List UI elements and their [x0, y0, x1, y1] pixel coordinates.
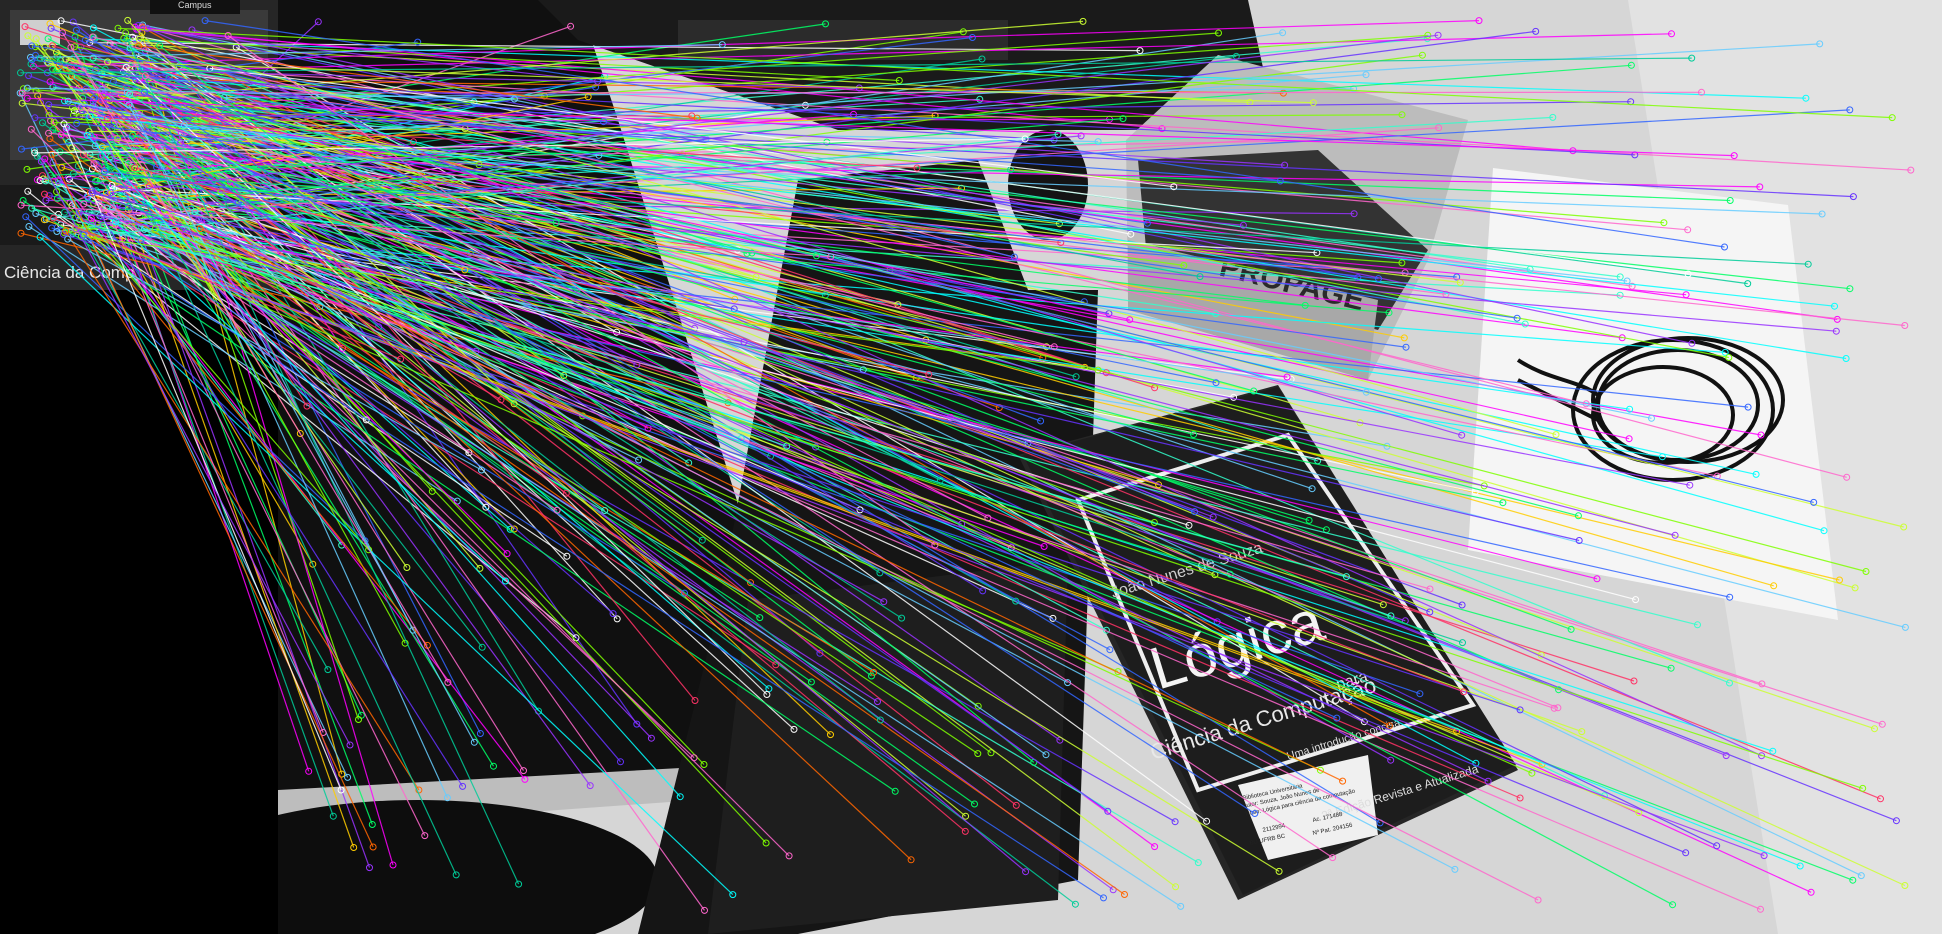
match-line — [138, 75, 1559, 691]
match-line — [149, 185, 1464, 693]
match-line — [75, 226, 1119, 673]
match-line — [110, 30, 1536, 218]
match-line — [98, 201, 1761, 910]
match-line — [101, 89, 1026, 873]
feature-match-visualization: Campus Ciência da Comp PROPAGE — [0, 0, 1942, 934]
match-line — [145, 212, 1521, 799]
match-line — [81, 106, 1559, 709]
match-lines-overlay — [16, 16, 1915, 914]
match-line — [22, 91, 1702, 94]
match-line — [22, 200, 896, 792]
match-line — [86, 134, 681, 798]
